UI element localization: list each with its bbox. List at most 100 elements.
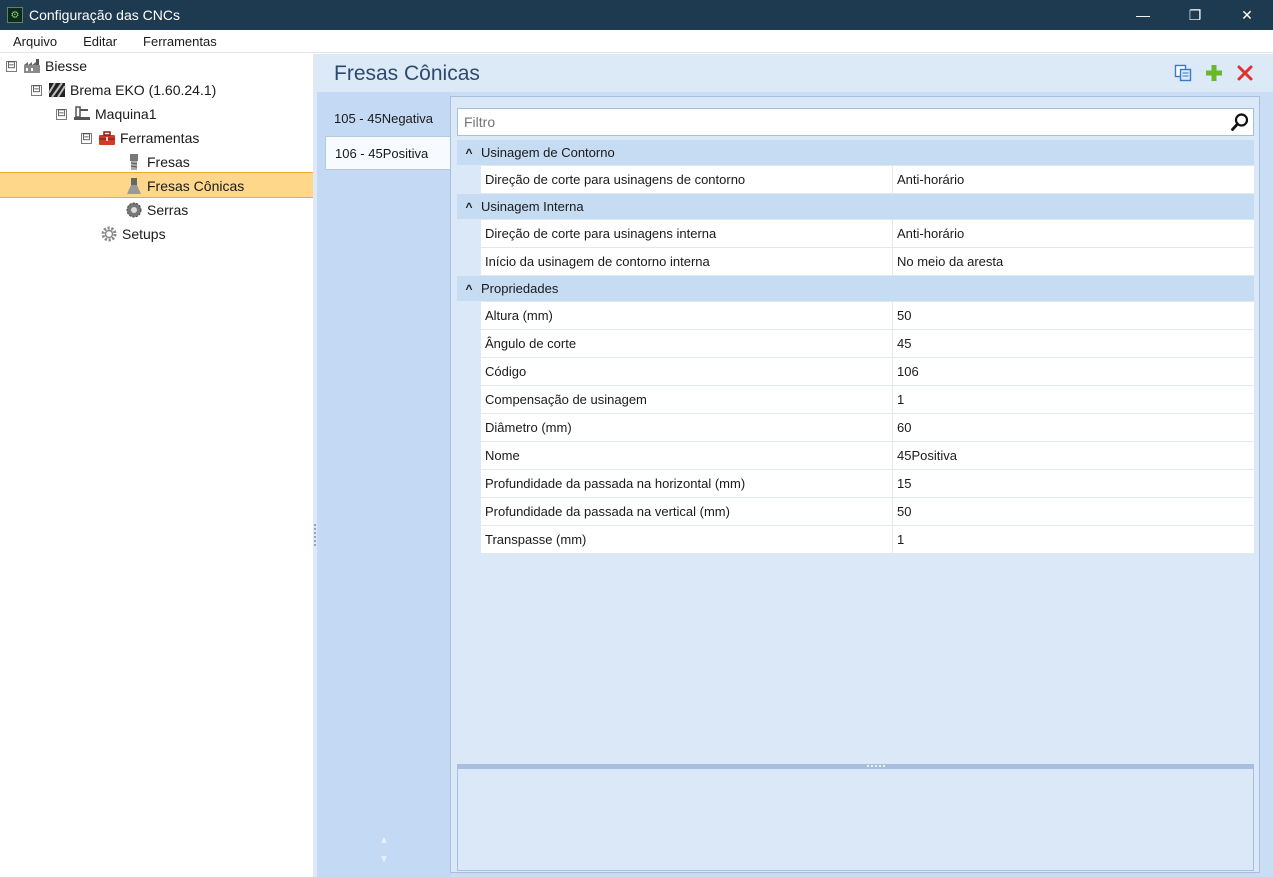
filter-box [457,108,1254,136]
page-title: Fresas Cônicas [334,62,480,85]
machine-tree: ⊟ Biesse ⊟ Brema EKO (1.60.24.1) ⊟ Maqui… [0,54,313,877]
tab-label: 106 - 45Positiva [335,145,429,161]
menu-arquivo[interactable]: Arquivo [0,34,70,49]
property-name: Direção de corte para usinagens interna [481,220,893,247]
property-row[interactable]: Profundidade da passada na horizontal (m… [481,470,1254,498]
property-row[interactable]: Profundidade da passada na vertical (mm)… [481,498,1254,526]
tree-item-label: Setups [122,226,166,242]
tree-item-biesse[interactable]: ⊟ Biesse [6,55,87,77]
gear-icon [101,226,117,242]
property-value[interactable]: 1 [893,526,1254,553]
property-row[interactable]: Transpasse (mm) 1 [481,526,1254,554]
minimize-button[interactable]: — [1117,0,1169,30]
tree-item-label: Maquina1 [95,106,157,122]
add-button[interactable] [1204,63,1224,83]
property-row[interactable]: Início da usinagem de contorno interna N… [481,248,1254,276]
copy-icon [1174,64,1192,82]
property-value[interactable]: No meio da aresta [893,248,1254,275]
property-name: Ângulo de corte [481,330,893,357]
saw-blade-icon [126,202,142,218]
detail-panel: Fresas Cônicas 105 - 45Negativa 106 - 45… [317,54,1273,877]
copy-button[interactable] [1173,63,1193,83]
property-name: Compensação de usinagem [481,386,893,413]
app-icon: ⚙ [7,7,23,23]
title-bar: ⚙ Configuração das CNCs — ❐ ✕ [0,0,1273,30]
window-controls: — ❐ ✕ [1117,0,1273,30]
collapse-icon[interactable]: ⊟ [6,60,17,72]
toolbox-icon [99,131,115,145]
category-propriedades[interactable]: ^ Propriedades [457,276,1254,301]
property-grid: ^ Usinagem de Contorno Direção de corte … [457,140,1254,554]
restore-button[interactable]: ❐ [1169,0,1221,30]
collapse-icon[interactable]: ⊟ [81,132,92,144]
search-icon[interactable] [1227,109,1253,135]
property-value[interactable]: 1 [893,386,1254,413]
tab-105-45negativa[interactable]: 105 - 45Negativa [325,101,451,135]
category-label: Usinagem Interna [481,199,584,214]
property-row[interactable]: Ângulo de corte 45 [481,330,1254,358]
property-value[interactable]: 45Positiva [893,442,1254,469]
tool-tabs: 105 - 45Negativa 106 - 45Positiva ▲ ▼ [317,92,451,877]
menu-bar: Arquivo Editar Ferramentas [0,30,1273,53]
tree-item-label: Fresas [147,154,190,170]
property-value[interactable]: Anti-horário [893,220,1254,247]
tree-item-setups[interactable]: Setups [100,223,166,245]
menu-ferramentas[interactable]: Ferramentas [130,34,230,49]
panel-header: Fresas Cônicas [317,54,1273,92]
tree-item-label: Brema EKO (1.60.24.1) [70,82,217,98]
property-name: Profundidade da passada na vertical (mm) [481,498,893,525]
property-editor: ^ Usinagem de Contorno Direção de corte … [450,96,1260,873]
property-row[interactable]: Direção de corte para usinagens de conto… [481,166,1254,194]
chevron-up-icon[interactable]: ^ [457,282,481,296]
property-row[interactable]: Altura (mm) 50 [481,302,1254,330]
property-value[interactable]: 50 [893,302,1254,329]
property-value[interactable]: Anti-horário [893,166,1254,193]
plus-icon [1206,65,1222,81]
factory-icon [24,59,40,73]
property-row[interactable]: Nome 45Positiva [481,442,1254,470]
close-button[interactable]: ✕ [1221,0,1273,30]
description-area [457,769,1254,871]
tab-label: 105 - 45Negativa [334,110,434,126]
menu-editar[interactable]: Editar [70,34,130,49]
tree-item-label: Fresas Cônicas [147,178,245,194]
chevron-up-icon[interactable]: ^ [457,146,481,160]
category-usinagem-contorno[interactable]: ^ Usinagem de Contorno [457,140,1254,165]
tree-item-fresas[interactable]: Fresas [125,151,190,173]
collapse-icon[interactable]: ⊟ [56,108,67,120]
tab-scroll-down-icon[interactable]: ▼ [379,854,389,865]
tree-item-serras[interactable]: Serras [125,199,188,221]
tree-item-maquina1[interactable]: ⊟ Maquina1 [56,103,157,125]
tab-106-45positiva[interactable]: 106 - 45Positiva [325,136,451,170]
property-value[interactable]: 50 [893,498,1254,525]
property-value[interactable]: 106 [893,358,1254,385]
property-name: Profundidade da passada na horizontal (m… [481,470,893,497]
machine-icon [74,106,90,120]
property-row[interactable]: Direção de corte para usinagens interna … [481,220,1254,248]
property-name: Início da usinagem de contorno interna [481,248,893,275]
splitter-grip [314,524,316,548]
property-name: Altura (mm) [481,302,893,329]
tab-scroll-up-icon[interactable]: ▲ [379,835,389,846]
property-value[interactable]: 45 [893,330,1254,357]
collapse-icon[interactable]: ⊟ [31,84,42,96]
tree-item-label: Serras [147,202,189,218]
chevron-up-icon[interactable]: ^ [457,200,481,214]
filter-input[interactable] [458,110,1227,134]
tree-item-label: Ferramentas [120,130,200,146]
tree-item-ferramentas[interactable]: ⊟ Ferramentas [81,127,199,149]
category-usinagem-interna[interactable]: ^ Usinagem Interna [457,194,1254,219]
property-name: Diâmetro (mm) [481,414,893,441]
property-value[interactable]: 15 [893,470,1254,497]
tree-item-fresas-conicas[interactable]: Fresas Cônicas [125,175,244,197]
property-name: Nome [481,442,893,469]
delete-button[interactable] [1235,63,1255,83]
splitter-grip [867,765,887,767]
property-row[interactable]: Código 106 [481,358,1254,386]
property-row[interactable]: Compensação de usinagem 1 [481,386,1254,414]
property-row[interactable]: Diâmetro (mm) 60 [481,414,1254,442]
property-value[interactable]: 60 [893,414,1254,441]
tree-item-label: Biesse [45,58,88,74]
property-name: Código [481,358,893,385]
tree-item-brema-eko[interactable]: ⊟ Brema EKO (1.60.24.1) [31,79,216,101]
